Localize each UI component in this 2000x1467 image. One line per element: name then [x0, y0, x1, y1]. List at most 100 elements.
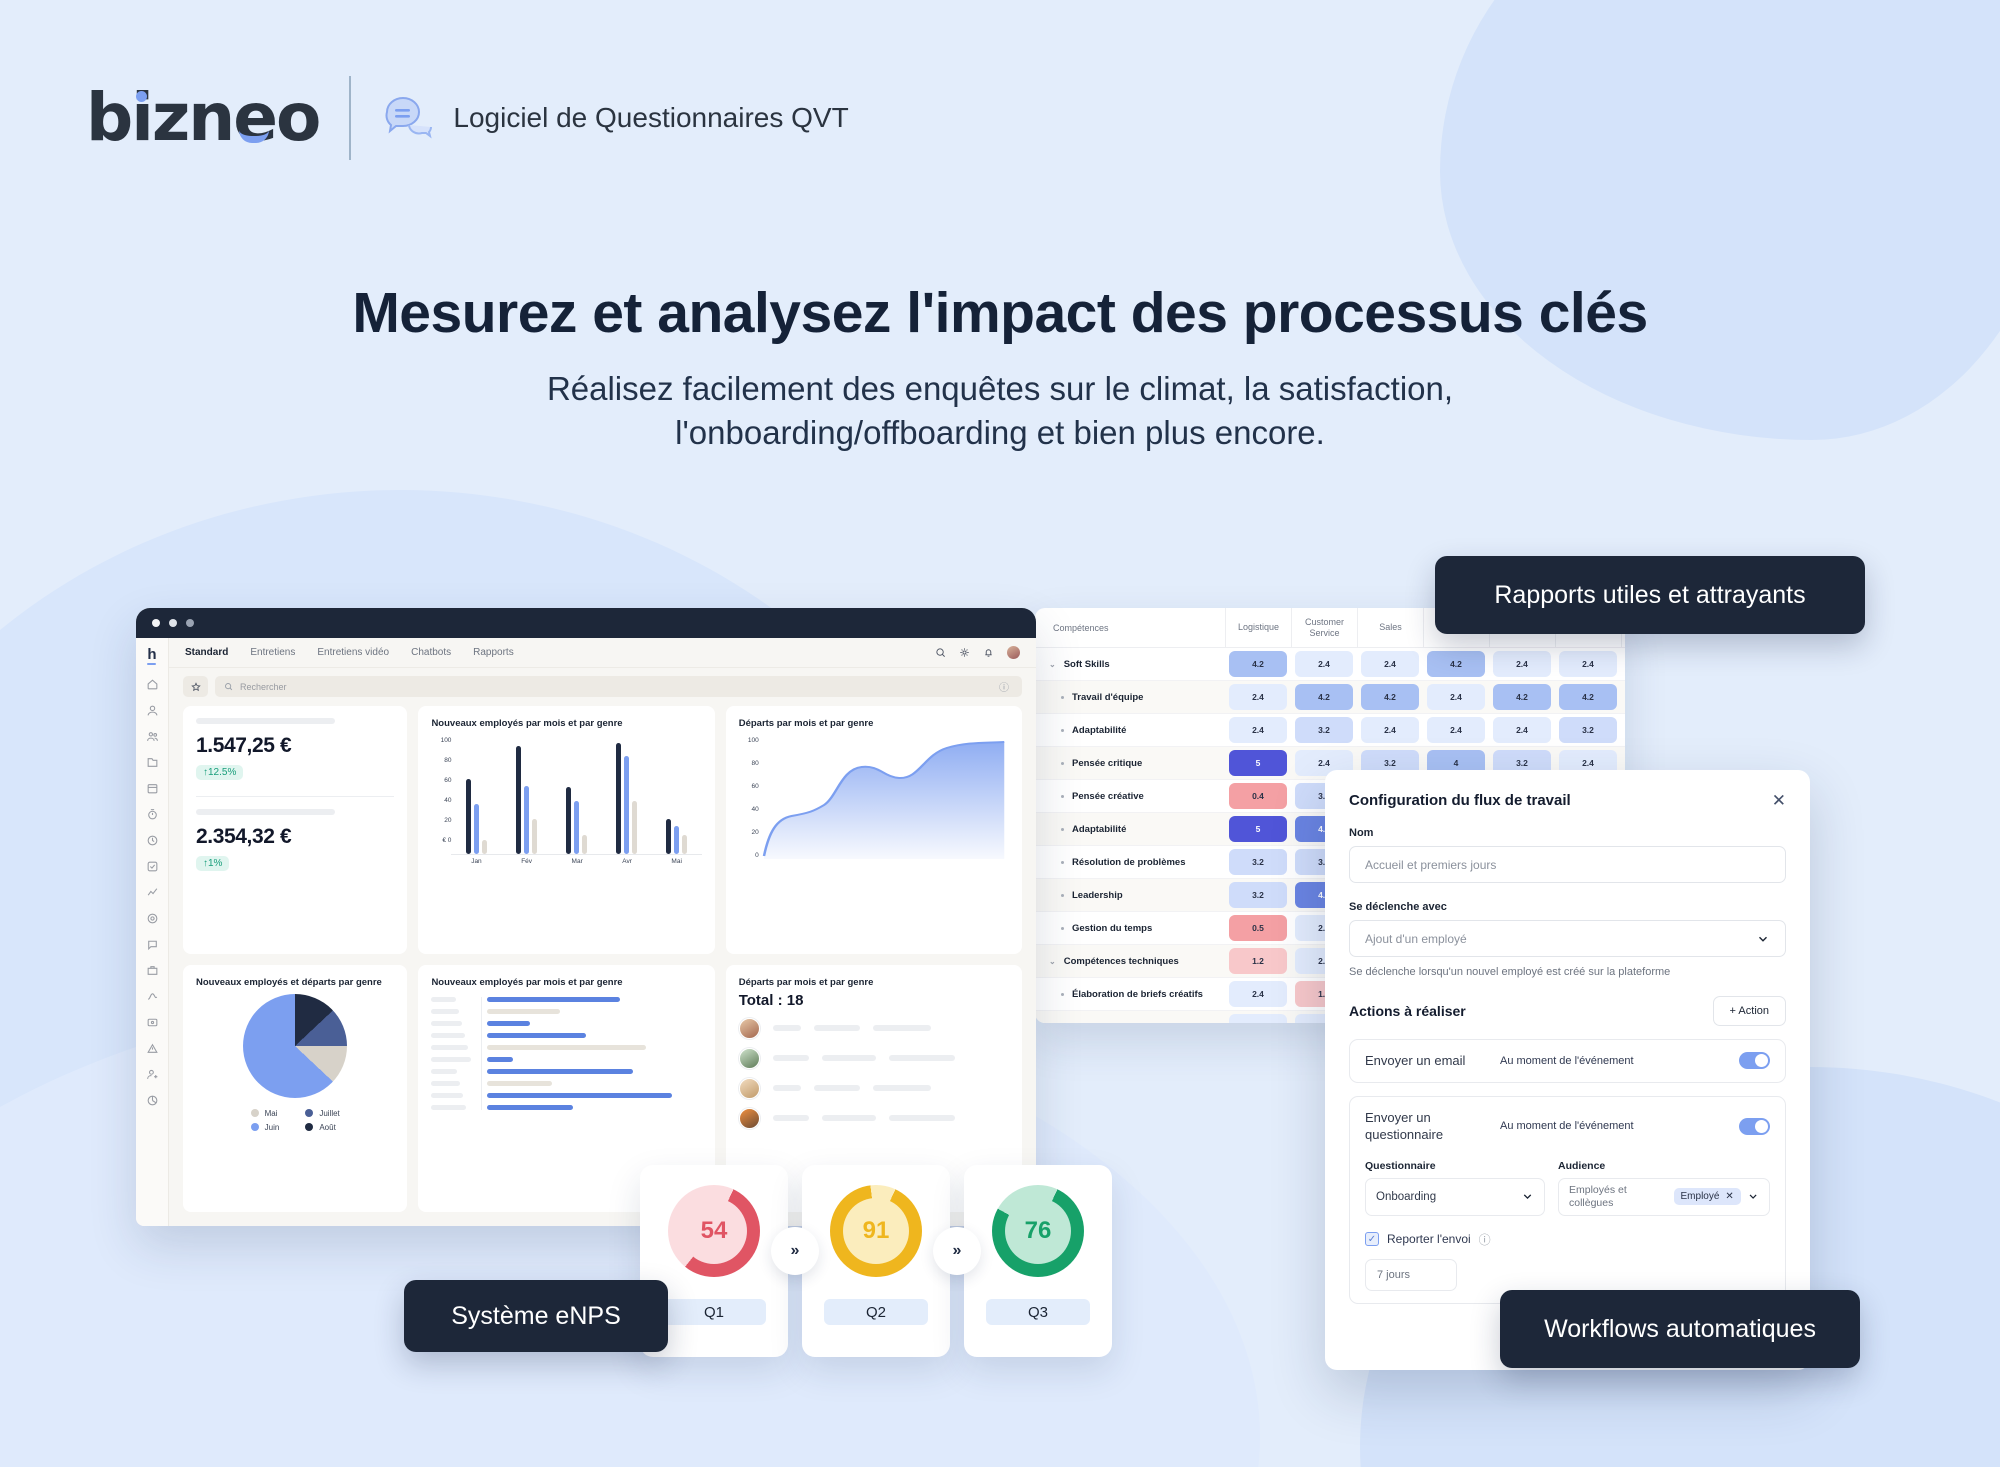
matrix-header-col-1[interactable]: Customer Service [1291, 608, 1357, 647]
matrix-header-col-2[interactable]: Sales [1357, 608, 1423, 647]
list-item-field-2 [888, 1115, 955, 1121]
matrix-cell[interactable]: 2.4 [1225, 978, 1291, 1010]
matrix-cell[interactable]: 3.2 [1225, 879, 1291, 911]
favorite-button[interactable] [183, 676, 208, 697]
tab-entretiens[interactable]: Entretiens [250, 647, 295, 658]
sidebar-item-goals-icon[interactable] [146, 912, 159, 925]
sidebar-item-tasks-icon[interactable] [146, 860, 159, 873]
header-avatar[interactable] [1007, 646, 1020, 659]
bar-ytick-0: 100 [440, 737, 452, 744]
sidebar-item-clock-icon[interactable] [146, 834, 159, 847]
header-bell-icon[interactable] [983, 647, 994, 658]
tab-standard[interactable]: Standard [185, 647, 228, 658]
list-item[interactable] [738, 1077, 1009, 1099]
enps-card-Q2[interactable]: 91 Q2 [802, 1165, 950, 1357]
chevron-down-icon[interactable]: ⌄ [1049, 660, 1056, 669]
tab-entretiens-video[interactable]: Entretiens vidéo [317, 647, 389, 658]
sidebar-item-reports-icon[interactable] [146, 1094, 159, 1107]
audience-select[interactable]: Employés et collègues Employé ✕ [1558, 1177, 1770, 1216]
sidebar-item-training-icon[interactable] [146, 1016, 159, 1029]
workflow-name-input[interactable]: Accueil et premiers jours [1349, 846, 1786, 883]
window-dot-3-icon[interactable] [186, 619, 194, 627]
tab-rapports[interactable]: Rapports [473, 647, 514, 658]
defer-days-input[interactable]: 7 jours [1365, 1258, 1457, 1291]
header-gear-icon[interactable] [959, 647, 970, 658]
table-row[interactable]: ⌄ Soft Skills 4.2 2.4 2.4 4.2 2.4 2.4 4.2 [1035, 648, 1625, 681]
matrix-cell[interactable]: 4.2 [1225, 648, 1291, 680]
enps-card-Q3[interactable]: 76 Q3 [964, 1165, 1112, 1357]
matrix-cell[interactable]: 3.2 [1555, 714, 1621, 746]
matrix-header-col-0[interactable]: Logistique [1225, 608, 1291, 647]
sidebar-item-documents-icon[interactable] [146, 756, 159, 769]
matrix-cell[interactable]: 4.2 [1489, 681, 1555, 713]
sidebar-item-recruiting-icon[interactable] [146, 964, 159, 977]
sidebar-item-timetracking-icon[interactable] [146, 808, 159, 821]
matrix-cell[interactable]: 2.4 [1225, 714, 1291, 746]
logo-dot-icon [136, 91, 147, 102]
defer-checkbox[interactable]: ✓ [1365, 1232, 1379, 1247]
matrix-cell[interactable]: 4.2 [1291, 681, 1357, 713]
matrix-cell[interactable]: 2.4 [1555, 648, 1621, 680]
matrix-cell[interactable]: 2.4 [1423, 714, 1489, 746]
defer-info-icon[interactable]: ⓘ [1479, 1231, 1491, 1248]
matrix-cell[interactable]: 4.2 [1555, 681, 1621, 713]
hbar-2 [487, 1020, 531, 1026]
workflow-trigger-select[interactable]: Ajout d'un employé [1349, 920, 1786, 957]
action-email-toggle[interactable] [1739, 1052, 1770, 1070]
list-item[interactable] [738, 1107, 1009, 1129]
matrix-cell[interactable]: 3.2 [1621, 714, 1625, 746]
matrix-cell[interactable]: 4.2 [1357, 681, 1423, 713]
sidebar-item-home-icon[interactable] [146, 678, 159, 691]
matrix-cell[interactable]: 4.2 [1423, 648, 1489, 680]
matrix-row-label: Travail d'équipe [1035, 681, 1225, 713]
close-icon[interactable]: ✕ [1772, 792, 1786, 809]
info-icon[interactable]: ⓘ [999, 679, 1013, 694]
sidebar-item-analytics-icon[interactable] [146, 886, 159, 899]
pill-workflows: Workflows automatiques [1500, 1290, 1860, 1368]
search-input[interactable]: Rechercher ⓘ [215, 676, 1022, 697]
matrix-cell[interactable]: 1.2 [1225, 945, 1291, 977]
audience-tag-employe[interactable]: Employé ✕ [1673, 1188, 1741, 1206]
next-quarter-arrow-icon[interactable]: » [933, 1227, 981, 1275]
matrix-cell[interactable]: 5 [1225, 747, 1291, 779]
matrix-cell[interactable]: 2.4 [1291, 648, 1357, 680]
action-questionnaire-toggle[interactable] [1739, 1117, 1770, 1135]
matrix-cell[interactable]: 2.4 [1489, 714, 1555, 746]
matrix-cell[interactable]: 4.2 [1621, 648, 1625, 680]
matrix-cell[interactable]: 2.4 [1489, 648, 1555, 680]
header-search-icon[interactable] [935, 647, 946, 658]
sidebar-item-alerts-icon[interactable] [146, 1042, 159, 1055]
sidebar-item-team-icon[interactable] [146, 730, 159, 743]
matrix-cell[interactable]: 2.4 [1357, 648, 1423, 680]
tag-remove-icon[interactable]: ✕ [1725, 1191, 1733, 1202]
questionnaire-select[interactable]: Onboarding [1365, 1177, 1545, 1216]
add-action-button[interactable]: + Action [1712, 996, 1786, 1026]
sidebar-item-adduser-icon[interactable] [146, 1068, 159, 1081]
sidebar-item-calendar-icon[interactable] [146, 782, 159, 795]
chevron-down-icon[interactable]: ⌄ [1049, 957, 1056, 966]
window-dot-1-icon[interactable] [152, 619, 160, 627]
matrix-cell[interactable]: 0.4 [1225, 780, 1291, 812]
sidebar-item-profile-icon[interactable] [146, 704, 159, 717]
sidebar-item-signature-icon[interactable] [146, 990, 159, 1003]
sidebar-logo-icon[interactable]: h [147, 647, 156, 665]
next-quarter-arrow-icon[interactable]: » [771, 1227, 819, 1275]
matrix-cell[interactable]: 3.2 [1291, 714, 1357, 746]
tab-chatbots[interactable]: Chatbots [411, 647, 451, 658]
sidebar-item-chat-icon[interactable] [146, 938, 159, 951]
matrix-cell[interactable]: 2.4 [1357, 714, 1423, 746]
matrix-cell[interactable]: 2.4 [1225, 1011, 1291, 1023]
matrix-cell[interactable]: 2.4 [1225, 681, 1291, 713]
bar-Avr-m [616, 742, 622, 854]
window-dot-2-icon[interactable] [169, 619, 177, 627]
matrix-cell[interactable]: 0.5 [1225, 912, 1291, 944]
defer-send-row[interactable]: ✓ Reporter l'envoi ⓘ [1365, 1231, 1770, 1248]
list-item[interactable] [738, 1047, 1009, 1069]
table-row[interactable]: Adaptabilité 2.4 3.2 2.4 2.4 2.4 3.2 3.2 [1035, 714, 1625, 747]
list-item[interactable] [738, 1017, 1009, 1039]
matrix-cell[interactable]: 2.4 [1621, 681, 1625, 713]
table-row[interactable]: Travail d'équipe 2.4 4.2 4.2 2.4 4.2 4.2 2.4 [1035, 681, 1625, 714]
matrix-cell[interactable]: 5 [1225, 813, 1291, 845]
matrix-cell[interactable]: 2.4 [1423, 681, 1489, 713]
matrix-cell[interactable]: 3.2 [1225, 846, 1291, 878]
